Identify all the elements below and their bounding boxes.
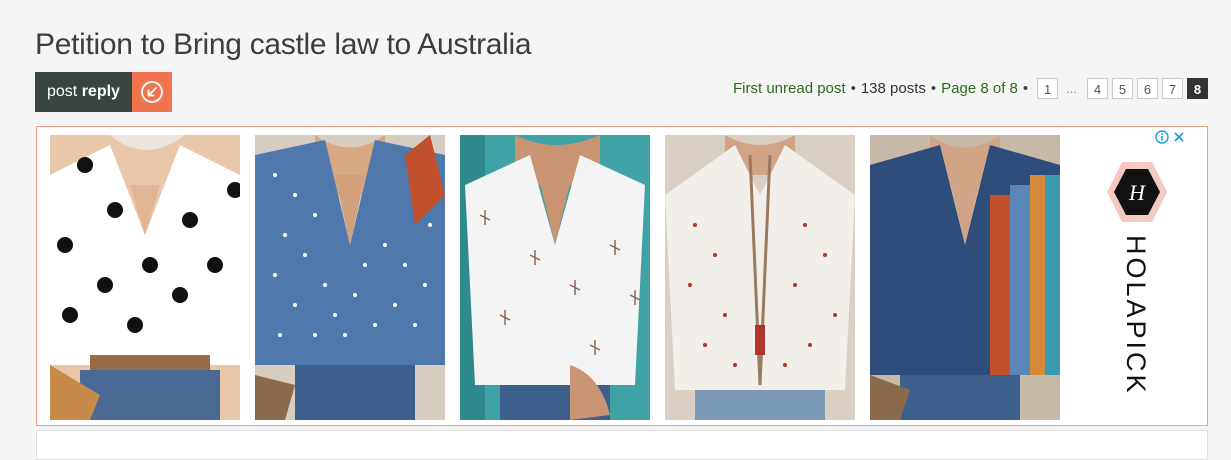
holapick-logo-icon: H: [1107, 162, 1167, 222]
page-info-link[interactable]: Page 8 of 8: [941, 80, 1018, 97]
svg-text:HOLAPICK: HOLAPICK: [1121, 235, 1151, 395]
brand-logo[interactable]: H HOLAPICK: [1077, 157, 1197, 407]
info-icon[interactable]: [1155, 130, 1169, 144]
ad-product-image-5[interactable]: [870, 135, 1060, 420]
posts-count: 138 posts: [860, 80, 926, 97]
svg-text:H: H: [1128, 180, 1146, 205]
first-unread-link[interactable]: First unread post: [733, 80, 846, 97]
page-link-6[interactable]: 6: [1137, 78, 1158, 99]
post-body-container: [36, 430, 1208, 460]
post-reply-button[interactable]: post reply: [35, 72, 172, 112]
page-ellipsis: ...: [1066, 81, 1077, 96]
ad-product-image-1[interactable]: [50, 135, 240, 420]
page-title: Petition to Bring castle law to Australi…: [35, 28, 532, 61]
ad-choices[interactable]: [1155, 130, 1185, 144]
ad-product-image-3[interactable]: [460, 135, 650, 420]
ad-product-image-4[interactable]: [665, 135, 855, 420]
pagination: First unread post • 138 posts • Page 8 o…: [733, 78, 1208, 99]
bullet-separator: •: [1022, 80, 1029, 97]
page-link-5[interactable]: 5: [1112, 78, 1133, 99]
advertisement-banner[interactable]: H HOLAPICK: [36, 126, 1208, 426]
brand-wordmark: HOLAPICK: [1121, 235, 1151, 395]
page-link-7[interactable]: 7: [1162, 78, 1183, 99]
page-link-4[interactable]: 4: [1087, 78, 1108, 99]
bullet-separator: •: [850, 80, 856, 97]
reply-arrow-icon: [131, 72, 172, 112]
post-reply-label: post reply: [35, 72, 132, 112]
close-icon[interactable]: [1173, 131, 1185, 143]
page-link-8-current[interactable]: 8: [1187, 78, 1208, 99]
page-link-1[interactable]: 1: [1037, 78, 1059, 99]
bullet-separator: •: [930, 80, 937, 97]
ad-product-image-2[interactable]: [255, 135, 445, 420]
